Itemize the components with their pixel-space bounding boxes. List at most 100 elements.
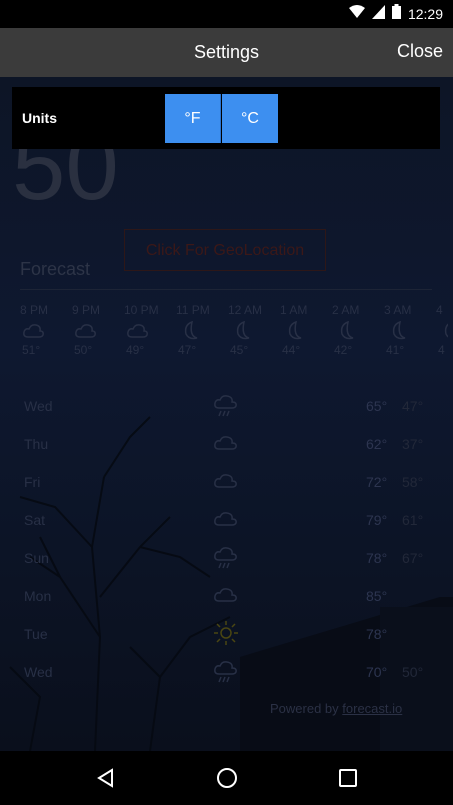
hour-temp: 50° (74, 343, 93, 357)
day-row: Wed 65° 47° (24, 395, 444, 433)
day-name: Wed (24, 398, 53, 414)
day-high: 78° (366, 550, 388, 566)
cloud-icon (214, 436, 237, 450)
forecast-title: Forecast (20, 259, 91, 279)
hour-temp: 49° (126, 343, 145, 357)
hour-item: 4 4 (436, 303, 448, 359)
home-button[interactable] (212, 763, 242, 793)
hour-time: 10 PM (124, 303, 159, 317)
moon-icon (444, 323, 448, 338)
hour-temp: 47° (178, 343, 197, 357)
battery-icon (391, 4, 401, 24)
hour-time: 3 AM (384, 303, 412, 317)
hour-temp: 44° (282, 343, 301, 357)
units-label: Units (22, 110, 57, 126)
hourly-forecast: 8 PM 51° 9 PM 50° 10 PM 49° 11 PM 47° 12… (20, 303, 448, 359)
hour-time: 12 AM (228, 303, 263, 317)
hour-item: 1 AM 44° (280, 303, 332, 359)
status-time: 12:29 (407, 6, 443, 22)
hour-temp: 41° (386, 343, 405, 357)
moon-icon (340, 320, 354, 340)
moon-icon (184, 320, 198, 340)
hour-time: 2 AM (332, 303, 360, 317)
forecast-io-link[interactable]: forecast.io (342, 701, 402, 716)
day-low: 37° (402, 436, 424, 452)
hour-temp: 45° (230, 343, 249, 357)
weather-background: 50 Click For GeoLocation Forecast 8 PM 5… (0, 77, 453, 751)
day-low: 67° (402, 550, 424, 566)
settings-header: Settings Close (0, 28, 453, 77)
hour-item: 9 PM 50° (72, 303, 124, 359)
hour-item: 2 AM 42° (332, 303, 384, 359)
cloud-icon (214, 588, 237, 602)
day-name: Wed (24, 664, 53, 680)
day-row: Fri 72° 58° (24, 471, 444, 509)
status-bar: 12:29 (0, 0, 453, 28)
day-row: Sat 79° 61° (24, 509, 444, 547)
rain-icon (214, 395, 237, 417)
hour-time: 11 PM (176, 303, 210, 317)
wifi-icon (348, 4, 365, 24)
geolocation-button[interactable]: Click For GeoLocation (124, 229, 326, 271)
cloud-icon (214, 512, 237, 526)
powered-prefix: Powered by (270, 701, 339, 716)
day-name: Fri (24, 474, 41, 490)
hour-time: 8 PM (20, 303, 49, 317)
day-low: 58° (402, 474, 424, 490)
cloud-icon (23, 324, 44, 338)
units-settings-panel: Units °F °C (12, 87, 440, 149)
celsius-button[interactable]: °C (222, 94, 278, 143)
day-row: Wed 70° 50° (24, 661, 444, 699)
divider (20, 289, 432, 290)
hour-item: 8 PM 51° (20, 303, 72, 359)
day-high: 78° (366, 626, 388, 642)
day-high: 72° (366, 474, 388, 490)
day-name: Mon (24, 588, 52, 604)
hour-temp: 42° (334, 343, 353, 357)
day-high: 85° (366, 588, 388, 604)
day-low: 47° (402, 398, 424, 414)
day-row: Sun 78° 67° (24, 547, 444, 585)
recents-icon (338, 769, 357, 787)
moon-icon (236, 320, 250, 340)
signal-icon (371, 4, 385, 24)
rain-icon (214, 547, 237, 569)
cloud-icon (127, 324, 148, 338)
day-low: 61° (402, 512, 424, 528)
back-button[interactable] (91, 763, 121, 793)
day-row: Mon 85° (24, 585, 444, 623)
day-name: Thu (24, 436, 49, 452)
hour-item: 11 PM 47° (176, 303, 228, 359)
fahrenheit-button[interactable]: °F (165, 94, 221, 143)
close-button[interactable]: Close (397, 41, 443, 62)
day-low: 50° (402, 664, 424, 680)
hour-temp: 51° (22, 343, 41, 357)
moon-icon (392, 320, 406, 340)
day-high: 62° (366, 436, 388, 452)
day-row: Tue 78° (24, 621, 444, 661)
hour-time: 9 PM (72, 303, 101, 317)
moon-icon (288, 320, 302, 340)
page-title: Settings (193, 42, 260, 62)
day-name: Tue (24, 626, 48, 642)
recents-button[interactable] (333, 763, 363, 793)
day-high: 65° (366, 398, 388, 414)
hour-item: 12 AM 45° (228, 303, 280, 359)
day-high: 79° (366, 512, 388, 528)
powered-by: Powered by forecast.io (270, 701, 402, 716)
day-name: Sun (24, 550, 49, 566)
navigation-bar (0, 751, 453, 805)
daily-forecast: Wed 65° 47° Thu 62° 37° Fri 72° 58° Sat … (24, 395, 444, 699)
day-row: Thu 62° 37° (24, 433, 444, 471)
hour-item: 3 AM 41° (384, 303, 436, 359)
sun-icon (214, 621, 238, 645)
day-name: Sat (24, 512, 46, 528)
cloud-icon (75, 324, 96, 338)
hour-temp: 4 (438, 343, 445, 357)
rain-icon (214, 661, 237, 683)
hour-time: 4 (436, 303, 443, 317)
day-high: 70° (366, 664, 388, 680)
back-icon (96, 768, 113, 788)
hour-item: 10 PM 49° (124, 303, 176, 359)
home-icon (216, 768, 237, 788)
